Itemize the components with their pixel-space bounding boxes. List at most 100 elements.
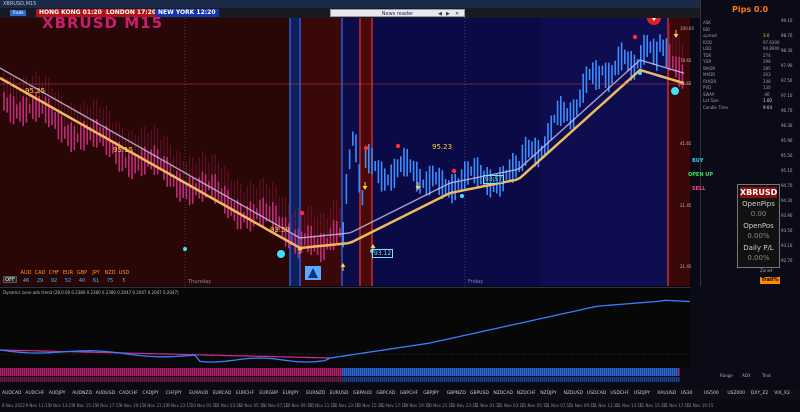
symbol-tab[interactable]: AUDNZD (72, 391, 92, 396)
session-newyork: NEW YORK 12:20 (155, 9, 219, 17)
symbol-tab[interactable]: AUDCAD (2, 391, 22, 396)
time-tick-label: 9 Nov 19:15 (120, 403, 145, 408)
off-button[interactable]: OFF (3, 276, 17, 283)
symbol-tab[interactable]: GBPCHF (400, 391, 418, 396)
trend-bar (104, 377, 106, 382)
indicator-pane[interactable]: Dynamic zone adx trend (28,0.00 0.2380 0… (0, 287, 690, 367)
symbol-tab[interactable]: GBPCAD (376, 391, 395, 396)
trend-bar (204, 377, 206, 382)
symbol-tab[interactable]: USDCHF (610, 391, 629, 396)
trend-bar (614, 377, 616, 382)
next-icon[interactable]: ▶ (446, 10, 450, 18)
symbol-tab[interactable]: VIX_X2 (774, 391, 790, 396)
trend-bar (4, 368, 6, 376)
indicator-title: Dynamic zone adx trend (28,0.00 0.2380 0… (3, 290, 179, 295)
trend-bar (568, 377, 570, 382)
symbol-tab[interactable]: EURGBP (259, 391, 278, 396)
symbol-tab[interactable]: CADCHF (119, 391, 138, 396)
trend-bar (604, 377, 606, 382)
info-value: 97.6300 (763, 39, 780, 45)
symbol-tab[interactable]: US500 (704, 391, 719, 396)
trend-bar (676, 377, 678, 382)
trend-bar (624, 377, 626, 382)
trend-bar (644, 377, 646, 382)
trend-bar (316, 368, 318, 376)
trend-bar (486, 377, 488, 382)
symbol-tab[interactable]: XAUUSD (657, 391, 676, 396)
trend-bar (158, 377, 160, 382)
prev-icon[interactable]: ◀ (438, 10, 442, 18)
symbol-tab[interactable]: US30 (681, 391, 693, 396)
trend-bar (270, 368, 272, 376)
trend-bar (100, 368, 102, 376)
trend-bar (168, 368, 170, 376)
trend-bar (76, 377, 78, 382)
symbol-tab[interactable]: GBPAUD (353, 391, 372, 396)
trend-bar (330, 377, 332, 382)
trend-bar (334, 377, 336, 382)
trend-bar (674, 377, 676, 382)
symbol-tab[interactable]: USDCAD (587, 391, 606, 396)
trend-bar (384, 368, 386, 376)
trend-bar (348, 368, 350, 376)
trend-bar (324, 377, 326, 382)
symbol-tab[interactable]: NZDCAD (493, 391, 513, 396)
trend-bar (32, 368, 34, 376)
symbol-tab[interactable]: NZDCHF (517, 391, 536, 396)
trend-bar (280, 368, 282, 376)
trend-bar (188, 377, 190, 382)
signal-dot (460, 194, 464, 198)
symbol-tab[interactable]: GBPUSD (470, 391, 489, 396)
symbol-tab[interactable]: CADJPY (142, 391, 158, 396)
symbol-tab[interactable]: AUDUSD (96, 391, 115, 396)
trend-bar (636, 368, 638, 376)
close-icon[interactable]: ✕ (455, 10, 459, 18)
trend-bar (442, 368, 444, 376)
trend-bar (162, 368, 164, 376)
day-label-thursday: Thursday (188, 279, 212, 285)
info-key: LOD (703, 46, 712, 51)
symbol-tab[interactable]: US2000 (727, 391, 745, 396)
symbol-tab[interactable]: GBPJPY (423, 391, 439, 396)
symbol-tab[interactable]: EURUSD (330, 391, 349, 396)
trend-bar (500, 368, 502, 376)
symbol-tab[interactable]: EURNZD (306, 391, 325, 396)
trend-bar (54, 377, 56, 382)
price-chart[interactable]: 95.25 95.15 95.23 93.59 93.57 93.12 (0, 18, 690, 286)
trend-bar (102, 377, 104, 382)
symbol-tab[interactable]: EURCAD (213, 391, 232, 396)
trend-bar (160, 377, 162, 382)
news-reader-bar[interactable]: News reader ◀ ▶ ✕ (330, 9, 465, 17)
trend-bar (388, 377, 390, 382)
info-row: BID (701, 27, 800, 32)
symbol-tab[interactable]: CHFJPY (166, 391, 182, 396)
trend-bar (260, 368, 262, 376)
trend-bar (276, 377, 278, 382)
trend-bar (290, 377, 292, 382)
symbol-tab[interactable]: DXY_Z2 (751, 391, 769, 396)
trend-bar (552, 368, 554, 376)
trend-bar (230, 368, 232, 376)
symbol-tab[interactable]: GBPNZD (447, 391, 466, 396)
trend-bar (10, 377, 12, 382)
symbol-tab[interactable]: AUDCHF (25, 391, 44, 396)
trend-bar (444, 377, 446, 382)
symbol-tab[interactable]: NZDUSD (564, 391, 584, 396)
symbol-tab[interactable]: NZDJPY (540, 391, 557, 396)
symbol-tab[interactable]: EURAUD (189, 391, 208, 396)
symbol-tab[interactable]: AUDJPY (49, 391, 66, 396)
symbol-tab[interactable]: EURCHF (236, 391, 254, 396)
trend-bar (58, 368, 60, 376)
trend-bar (66, 377, 68, 382)
trail-button[interactable]: Trail% (760, 277, 780, 284)
trend-bar (138, 368, 140, 376)
time-tick-label: 9 Nov 11:15 (25, 403, 51, 408)
trend-bar (114, 377, 116, 382)
trend-bar (102, 368, 104, 376)
symbol-tab[interactable]: EURJPY (283, 391, 299, 396)
trend-bar (566, 377, 568, 382)
trade-button[interactable]: Trade (10, 10, 26, 16)
symbol-tab[interactable]: USDJPY (634, 391, 650, 396)
trend-bar (416, 368, 418, 376)
trend-bar (120, 368, 122, 376)
